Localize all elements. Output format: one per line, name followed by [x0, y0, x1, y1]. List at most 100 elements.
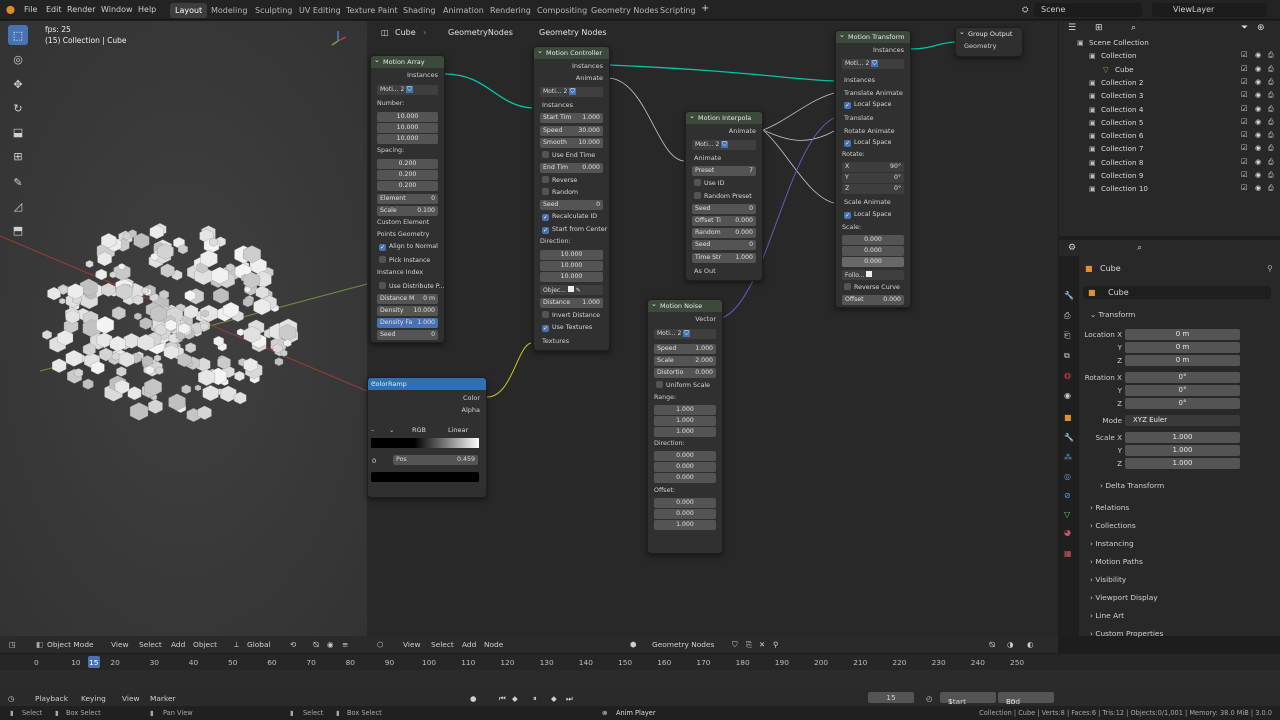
eye-icon[interactable]: ◉: [1255, 90, 1261, 99]
socket-as-out[interactable]: As Out: [694, 267, 716, 275]
socket-instances-out[interactable]: Instances: [407, 71, 438, 79]
speed-field[interactable]: Speed 1.000: [654, 344, 716, 354]
timeline-view-menu[interactable]: View: [122, 694, 140, 703]
add-workspace-button[interactable]: +: [701, 3, 709, 14]
direction-x-field[interactable]: 10.000: [540, 250, 603, 260]
menu-edit[interactable]: Edit: [46, 5, 62, 14]
rotate-tool-icon[interactable]: ↻: [8, 98, 28, 118]
rotation-z-field[interactable]: 0°: [1125, 398, 1240, 409]
uniform-scale-checkbox[interactable]: Uniform Scale: [656, 381, 710, 389]
tool-tab-icon[interactable]: 🔧: [1064, 291, 1074, 300]
physics-tab-icon[interactable]: ◎: [1064, 472, 1071, 481]
record-icon[interactable]: ●: [470, 694, 476, 703]
menu-file[interactable]: File: [24, 5, 37, 14]
checkbox-icon[interactable]: ☑: [1241, 170, 1247, 179]
select-tool-icon[interactable]: ⬚: [8, 25, 28, 45]
camera-icon[interactable]: ⎙: [1268, 117, 1274, 127]
scale-z-field[interactable]: 0.000: [842, 257, 904, 267]
tab-texture-paint[interactable]: Texture Paint: [341, 3, 403, 18]
camera-icon[interactable]: ⎙: [1268, 90, 1274, 100]
menu-window[interactable]: Window: [101, 5, 133, 14]
camera-icon[interactable]: ⎙: [1268, 64, 1274, 74]
points-geometry-socket[interactable]: Points Geometry: [377, 231, 429, 238]
scale-y-field[interactable]: 0.000: [842, 246, 904, 256]
reverse-checkbox[interactable]: Reverse: [542, 176, 577, 184]
eye-icon[interactable]: ◉: [1255, 143, 1261, 152]
fake-user-icon[interactable]: ⛉: [683, 330, 690, 337]
camera-icon[interactable]: ⎙: [1268, 130, 1274, 140]
outliner-item[interactable]: ▣ Collection 4 ☑ ◉ ⎙: [1059, 104, 1280, 117]
checkbox-icon[interactable]: ☑: [1241, 90, 1247, 99]
mode-selector[interactable]: Object Mode: [47, 640, 94, 649]
fake-user-icon[interactable]: ⛉: [871, 60, 878, 67]
panel-header[interactable]: › Relations: [1090, 503, 1129, 512]
node-color-ramp[interactable]: ColorRamp Color Alpha – ⌄ RGB Linear 0 P…: [367, 377, 487, 498]
key-prev-icon[interactable]: ◆: [512, 694, 518, 703]
socket-animate-in[interactable]: Animate: [694, 154, 721, 162]
random-preset-checkbox[interactable]: Random Preset: [694, 192, 752, 200]
density-factor-field[interactable]: Density Fa 1.000: [377, 318, 438, 328]
tab-rendering[interactable]: Rendering: [485, 3, 536, 18]
viewport-menu-view[interactable]: View: [111, 640, 129, 649]
node-motion-interpolate[interactable]: Motion Interpola Animate Moti... 2 ⛉ Ani…: [685, 111, 763, 281]
cursor-tool-icon[interactable]: ◎: [8, 49, 28, 69]
eye-icon[interactable]: ◉: [1255, 170, 1261, 179]
socket-textures-in[interactable]: Textures: [542, 337, 569, 345]
checkbox-icon[interactable]: ☑: [1241, 130, 1247, 139]
key-next-icon[interactable]: ◆: [551, 694, 557, 703]
viewport-menu-select[interactable]: Select: [139, 640, 162, 649]
number-z-field[interactable]: 10.000: [377, 134, 438, 144]
distortion-field[interactable]: Distortio 0.000: [654, 368, 716, 378]
search-icon[interactable]: ⌕: [1137, 243, 1142, 253]
pivot-icon[interactable]: ⟲: [290, 640, 296, 649]
constraints-tab-icon[interactable]: ⊘: [1064, 491, 1071, 500]
tab-geometry-nodes[interactable]: Geometry Nodes: [586, 3, 663, 18]
node-motion-array[interactable]: Motion Array Instances Moti... 2 ⛉ Numbe…: [370, 55, 445, 343]
outliner-item[interactable]: ▣ Collection 10 ☑ ◉ ⎙: [1059, 183, 1280, 196]
scale-field[interactable]: Scale 2.000: [654, 356, 716, 366]
node-group-selector[interactable]: Moti... 2 ⛉: [654, 329, 716, 339]
checkbox-icon[interactable]: ☑: [1241, 64, 1247, 73]
rotation-x-field[interactable]: 0°: [1125, 372, 1240, 383]
eye-icon[interactable]: ◉: [1255, 64, 1261, 73]
socket-rotate-animate[interactable]: Rotate Animate: [844, 127, 895, 135]
outliner-item[interactable]: ▣ Collection 5 ☑ ◉ ⎙: [1059, 117, 1280, 130]
node-menu-select[interactable]: Select: [431, 640, 454, 649]
timeline[interactable]: 0 10 20 30 40 50 60 70 80 90 100 110 120 130 140 150 160…: [0, 654, 1280, 690]
socket-color-out[interactable]: Color: [463, 394, 480, 402]
use-textures-checkbox[interactable]: ✓ Use Textures: [542, 324, 592, 332]
outliner-scene-collection[interactable]: ▣ Scene Collection: [1059, 37, 1280, 50]
end-frame-field[interactable]: End 80: [998, 692, 1054, 706]
direction-y-field[interactable]: 10.000: [540, 261, 603, 271]
offset-y-field[interactable]: 0.000: [654, 509, 716, 519]
panel-header[interactable]: › Custom Properties: [1090, 629, 1163, 638]
panel-header[interactable]: › Line Art: [1090, 611, 1124, 620]
overlay-icon[interactable]: ◑: [1007, 640, 1013, 649]
socket-animate-out[interactable]: Animate: [729, 127, 756, 135]
node-group-selector[interactable]: Moti... 2 ⛉: [692, 140, 756, 150]
menu-render[interactable]: Render: [67, 5, 95, 14]
range-y-field[interactable]: 1.000: [654, 416, 716, 426]
snap-icon[interactable]: ⦰: [989, 640, 995, 650]
start-frame-field[interactable]: Start 1: [940, 692, 996, 706]
object-selector[interactable]: Objec... ✎: [540, 285, 603, 295]
tab-scripting[interactable]: Scripting: [655, 3, 701, 18]
move-tool-icon[interactable]: ✥: [8, 74, 28, 94]
seed-field[interactable]: Seed 0: [540, 200, 603, 210]
socket-translate[interactable]: Translate: [844, 114, 874, 122]
reverse-curve-checkbox[interactable]: Reverse Curve: [844, 283, 900, 291]
range-x-field[interactable]: 1.000: [654, 405, 716, 415]
node-group-output[interactable]: Group Output Geometry: [955, 27, 1023, 57]
custom-element-socket[interactable]: Custom Element: [377, 219, 429, 226]
annotate-tool-icon[interactable]: ✎: [8, 172, 28, 192]
outliner[interactable]: ☰ ⊞ ⌕ ⏷ ⊕ ▣ Scene Collection ▣ Collection ☑ ◉…: [1059, 21, 1280, 236]
close-icon[interactable]: ✕: [759, 640, 765, 649]
tab-sculpting[interactable]: Sculpting: [250, 3, 297, 18]
tab-shading[interactable]: Shading: [398, 3, 441, 18]
data-tab-icon[interactable]: ▽: [1064, 510, 1070, 519]
spacing-z-field[interactable]: 0.200: [377, 181, 438, 191]
outliner-item[interactable]: ▣ Collection 3 ☑ ◉ ⎙: [1059, 90, 1280, 103]
transform-tool-icon[interactable]: ⊞: [8, 146, 28, 166]
range-z-field[interactable]: 1.000: [654, 427, 716, 437]
scale-x-field[interactable]: 0.000: [842, 235, 904, 245]
